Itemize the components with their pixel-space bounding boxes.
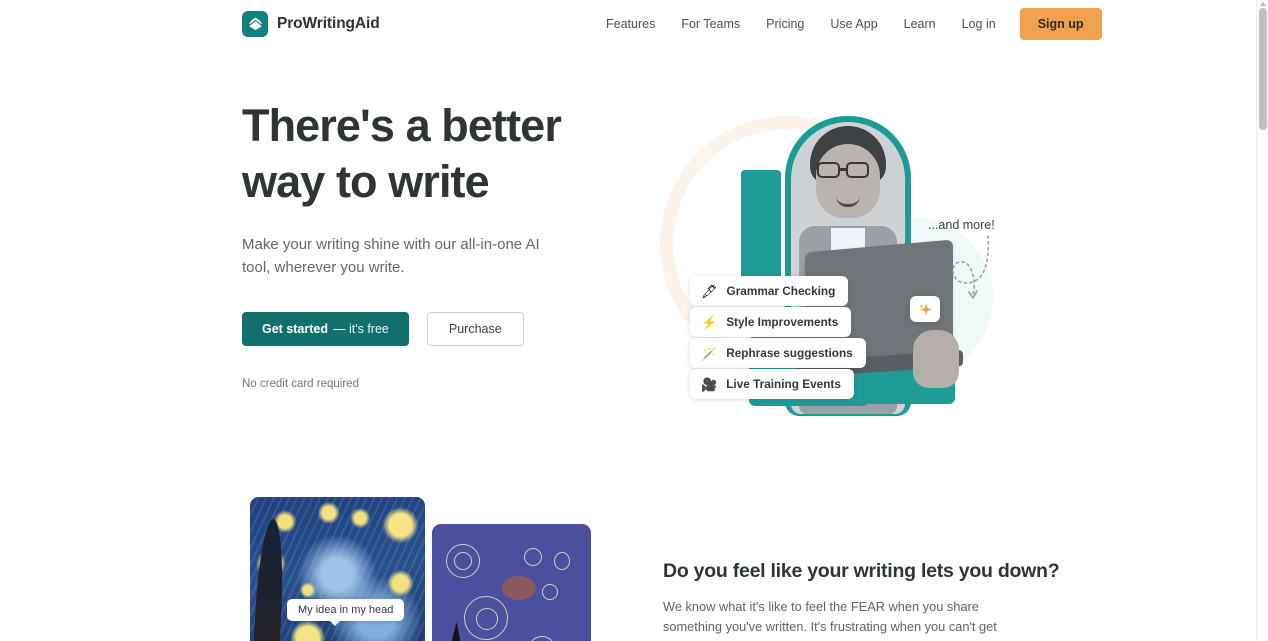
no-credit-card-note: No credit card required <box>242 378 359 390</box>
main-navigation: Features For Teams Pricing Use App Learn… <box>600 0 1102 48</box>
magic-wand-icon: 🪄 <box>701 345 718 361</box>
brand-logo-link[interactable]: ProWritingAid <box>242 11 380 37</box>
get-started-label: Get started <box>262 322 328 336</box>
sparkle-icon <box>918 302 932 316</box>
feature-card-style-improvements: ⚡ Style Improvements <box>690 307 852 337</box>
hero-title-line-1: There's a better <box>242 100 562 151</box>
brand-name: ProWritingAid <box>277 15 380 32</box>
hero-title-line-2: way to write <box>242 156 490 207</box>
nav-item-learn[interactable]: Learn <box>891 11 949 37</box>
feature-card-rephrase-suggestions: 🪄 Rephrase suggestions <box>690 338 866 368</box>
feature-label: Rephrase suggestions <box>726 346 853 360</box>
video-camera-icon: 🎥 <box>701 376 718 392</box>
feature-label: Grammar Checking <box>726 284 836 298</box>
purchase-button[interactable]: Purchase <box>426 312 524 346</box>
sign-up-button[interactable]: Sign up <box>1019 8 1102 40</box>
problem-copy: Do you feel like your writing lets you d… <box>663 560 1060 641</box>
swirl-shape <box>554 552 570 570</box>
idea-tooltip: My idea in my head <box>287 599 405 626</box>
swirl-shape <box>476 608 498 630</box>
scrollbar-thumb[interactable] <box>1259 8 1267 130</box>
person-glasses-bridge <box>840 168 846 171</box>
dotted-curved-arrow-icon <box>952 235 990 299</box>
hero-subtitle: Make your writing shine with our all-in-… <box>242 236 540 276</box>
site-header: ProWritingAid Features For Teams Pricing… <box>0 0 1256 48</box>
hero-cta-group: Get started — it's free Purchase <box>242 312 642 346</box>
stacked-pages-logo-icon <box>242 11 268 37</box>
hero-illustration: 🖋 Grammar Checking ⚡ Style Improvements … <box>645 98 1045 438</box>
feature-card-live-training-events: 🎥 Live Training Events <box>690 369 854 399</box>
person-glasses-right <box>846 162 869 178</box>
page-title: There's a better way to write <box>242 98 642 210</box>
problem-section: My idea in my head Do you feel like your… <box>0 488 1256 641</box>
section-heading: Do you feel like your writing lets you d… <box>663 560 1060 582</box>
and-more-label: ...and more! <box>928 218 995 232</box>
hero-section: There's a better way to write Make your … <box>0 48 1256 488</box>
crude-drawing-panel <box>432 524 591 641</box>
feature-label: Style Improvements <box>726 315 839 329</box>
lightning-bolt-icon: ⚡ <box>701 314 718 330</box>
hero-copy: There's a better way to write Make your … <box>242 98 642 390</box>
section-paragraph: We know what it's like to feel the FEAR … <box>663 599 997 641</box>
person-glasses-left <box>817 162 840 178</box>
nav-item-use-app[interactable]: Use App <box>817 11 890 37</box>
crude-blob-shape <box>502 576 536 600</box>
page-scrollbar[interactable] <box>1256 0 1268 641</box>
nav-item-pricing[interactable]: Pricing <box>753 11 817 37</box>
nav-item-for-teams[interactable]: For Teams <box>668 11 753 37</box>
swirl-shape <box>524 548 542 566</box>
scroll-up-arrow-icon[interactable] <box>1260 2 1266 6</box>
nav-item-features[interactable]: Features <box>600 11 668 37</box>
page-root: ProWritingAid Features For Teams Pricing… <box>0 0 1268 641</box>
get-started-button[interactable]: Get started — it's free <box>242 312 409 346</box>
feature-card-grammar-checking: 🖋 Grammar Checking <box>690 276 849 306</box>
pen-nib-icon: 🖋 <box>701 283 718 299</box>
nav-item-log-in[interactable]: Log in <box>949 11 1009 37</box>
swirl-shape <box>454 552 472 570</box>
feature-label: Live Training Events <box>726 377 841 391</box>
get-started-sublabel: — it's free <box>333 322 389 336</box>
swirl-shape <box>542 584 558 600</box>
swirl-shape <box>528 636 556 641</box>
person-hand <box>913 330 959 388</box>
